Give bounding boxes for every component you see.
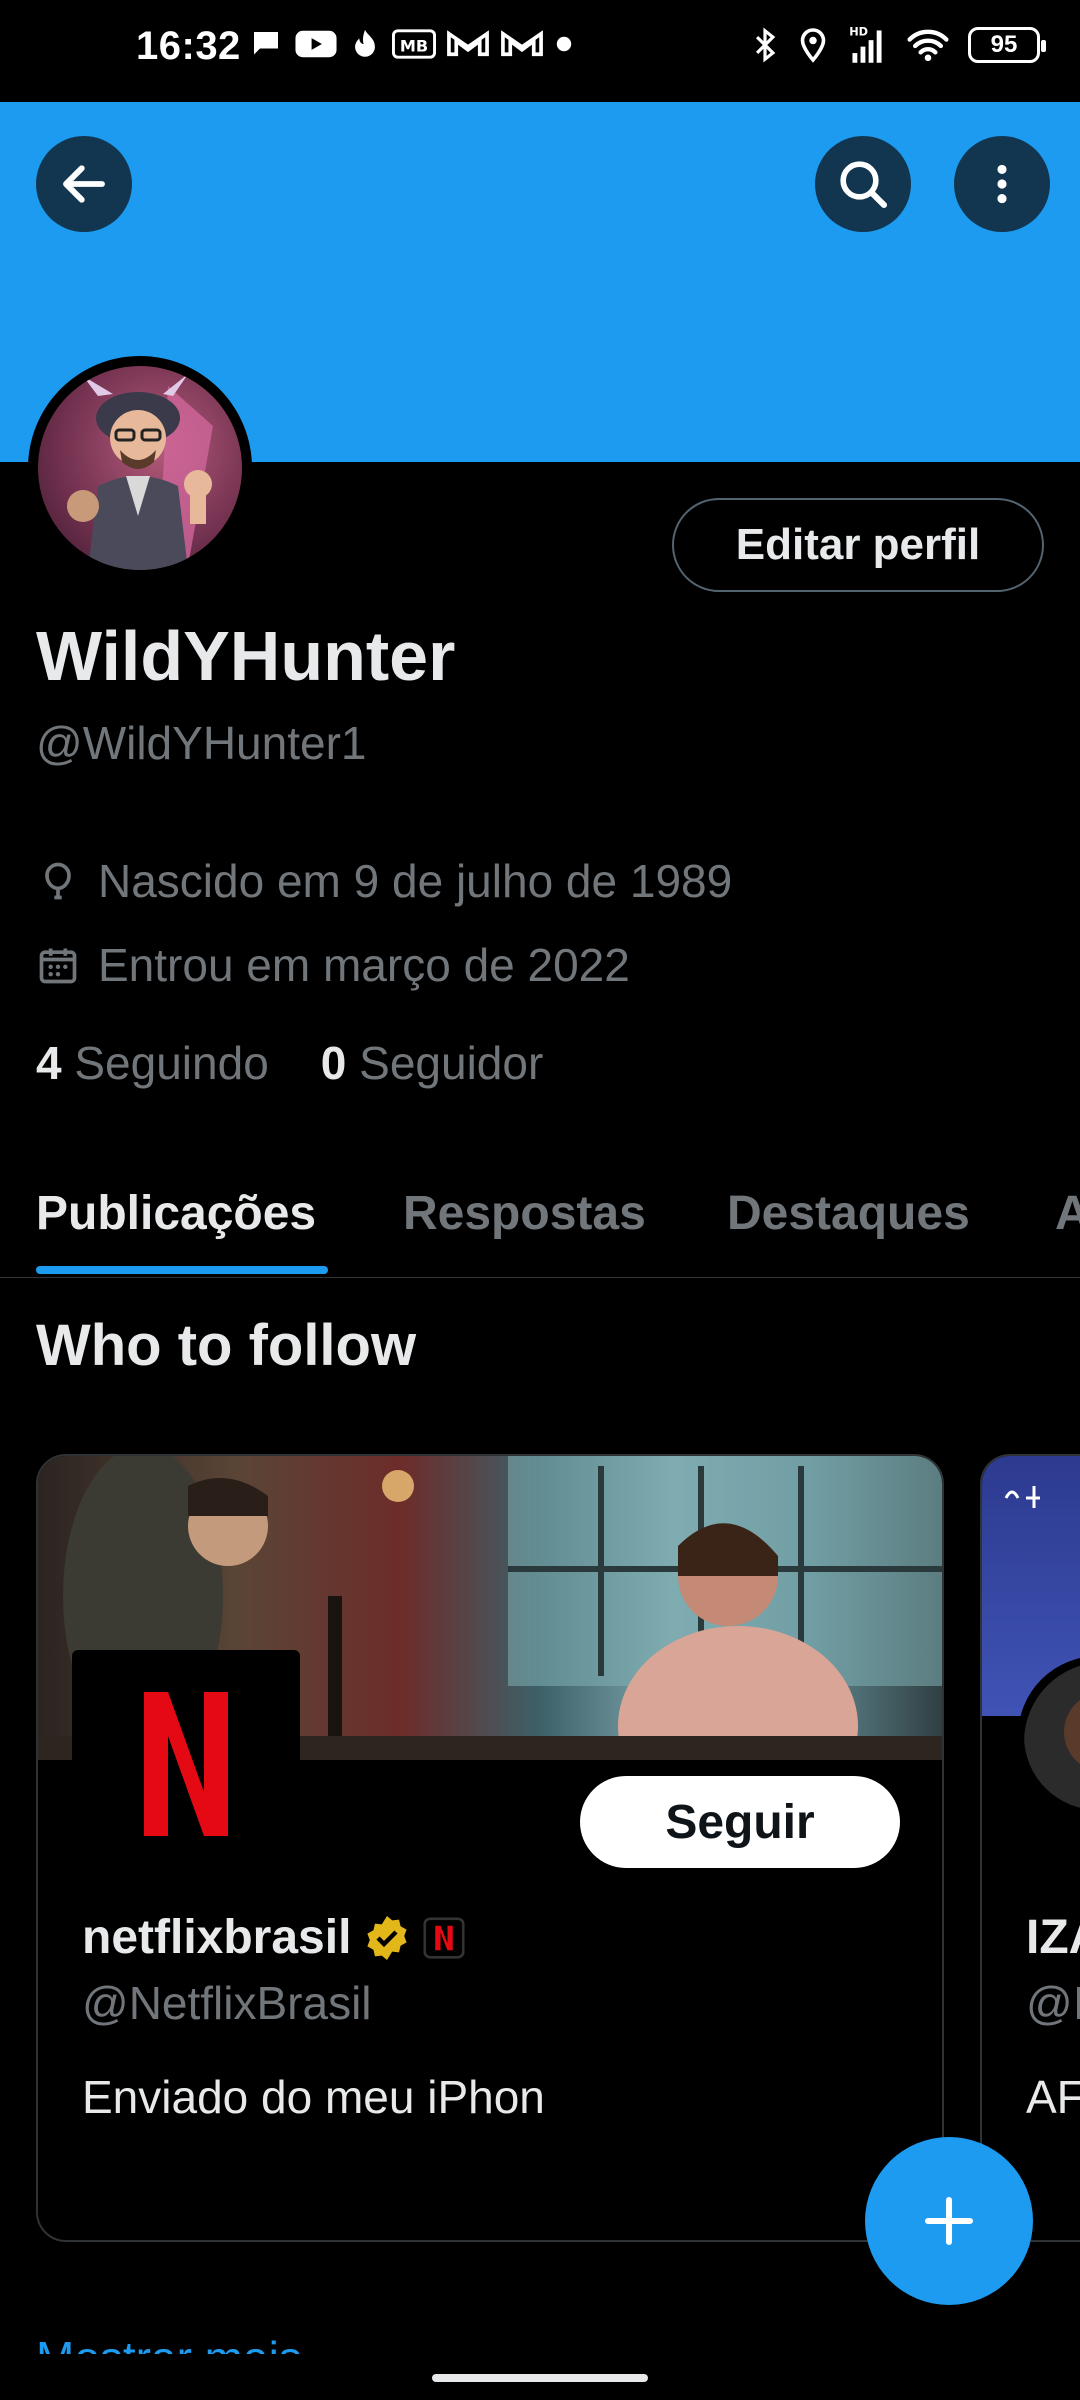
home-indicator[interactable] (432, 2374, 648, 2382)
tab-destaques[interactable]: Destaques (727, 1186, 970, 1241)
svg-text:MB: MB (400, 36, 428, 55)
gmail-icon (447, 30, 489, 57)
card-account-bio: AF (1026, 2071, 1080, 2123)
profile-avatar[interactable] (28, 356, 252, 580)
tab-partial[interactable]: A (1055, 1186, 1080, 1241)
verified-badge-icon (367, 1915, 408, 1960)
notification-icons: MB (248, 26, 574, 62)
tinder-icon (355, 29, 375, 57)
who-to-follow-title: Who to follow (36, 1313, 417, 1378)
dot-icon (556, 36, 572, 52)
active-tab-indicator (36, 1266, 328, 1274)
arrow-left-icon (63, 165, 105, 203)
status-bar: 16:32 MB HD 95 (0, 0, 1080, 102)
search-icon (840, 161, 888, 209)
svg-text:HD: HD (849, 25, 868, 38)
chat-bubble-icon (254, 32, 278, 55)
birthdate-row: Nascido em 9 de julho de 1989 (36, 854, 732, 908)
tab-respostas[interactable]: Respostas (403, 1186, 646, 1241)
status-time: 16:32 (136, 24, 241, 68)
joined-text: Entrou em março de 2022 (98, 939, 630, 991)
more-options-button[interactable] (954, 136, 1050, 232)
following-count: 4 (36, 1037, 62, 1089)
card-account-handle: @I (1026, 1977, 1080, 2029)
plus-icon (924, 2196, 974, 2246)
followers-link[interactable]: 0 Seguidor (321, 1036, 544, 1090)
card-account-handle: @NetflixBrasil (82, 1977, 372, 2029)
profile-handle: @WildYHunter1 (36, 717, 367, 769)
more-vertical-icon (997, 164, 1007, 204)
gmail-icon (501, 30, 543, 57)
account-name-text: netflixbrasil (82, 1911, 352, 1964)
joined-row: Entrou em março de 2022 (36, 938, 630, 992)
profile-tabs: Publicações Respostas Destaques A (0, 1170, 1080, 1278)
following-label: Seguindo (74, 1037, 269, 1089)
tab-publicacoes[interactable]: Publicações (36, 1186, 316, 1241)
compose-button[interactable] (865, 2137, 1033, 2305)
follow-button[interactable]: Seguir (580, 1776, 900, 1868)
suggestion-card[interactable]: IZA @I AF (980, 1454, 1080, 2242)
card-account-name: IZA (1026, 1911, 1080, 1964)
youtube-icon (295, 30, 337, 58)
profile-name: WildYHunter (36, 617, 456, 695)
card-account-name: netflixbrasil (82, 1910, 465, 1965)
suggestion-card[interactable]: Seguir netflixbrasil @NetflixBrasil Envi… (36, 1454, 944, 2242)
system-icons: HD 95 (750, 24, 1046, 66)
followers-count: 0 (320, 1037, 347, 1089)
battery-level: 95 (990, 31, 1018, 58)
balloon-icon (45, 862, 71, 900)
netflix-affiliate-icon (423, 1916, 465, 1959)
edit-profile-button[interactable]: Editar perfil (672, 498, 1044, 592)
search-button[interactable] (815, 136, 911, 232)
location-icon (800, 28, 826, 63)
show-more-link[interactable]: Mostrar mais (36, 2318, 302, 2354)
follow-stats: 4 Seguindo 0 Seguidor (36, 1036, 543, 1090)
netflix-logo[interactable] (72, 1650, 300, 1878)
netflix-n-icon (144, 1692, 228, 1836)
card-account-bio: Enviado do meu iPhon (82, 2071, 545, 2123)
mb-icon: MB (392, 29, 436, 59)
following-link[interactable]: 4 Seguindo (36, 1036, 269, 1090)
back-button[interactable] (36, 136, 132, 232)
signal-hd-icon: HD (849, 25, 882, 63)
followers-label: Seguidor (359, 1037, 544, 1089)
avatar-image (38, 366, 242, 570)
bluetooth-icon (755, 27, 776, 63)
wifi-icon (907, 29, 949, 62)
birthdate-text: Nascido em 9 de julho de 1989 (98, 855, 733, 907)
battery-icon: 95 (968, 27, 1046, 63)
calendar-icon (39, 948, 77, 984)
